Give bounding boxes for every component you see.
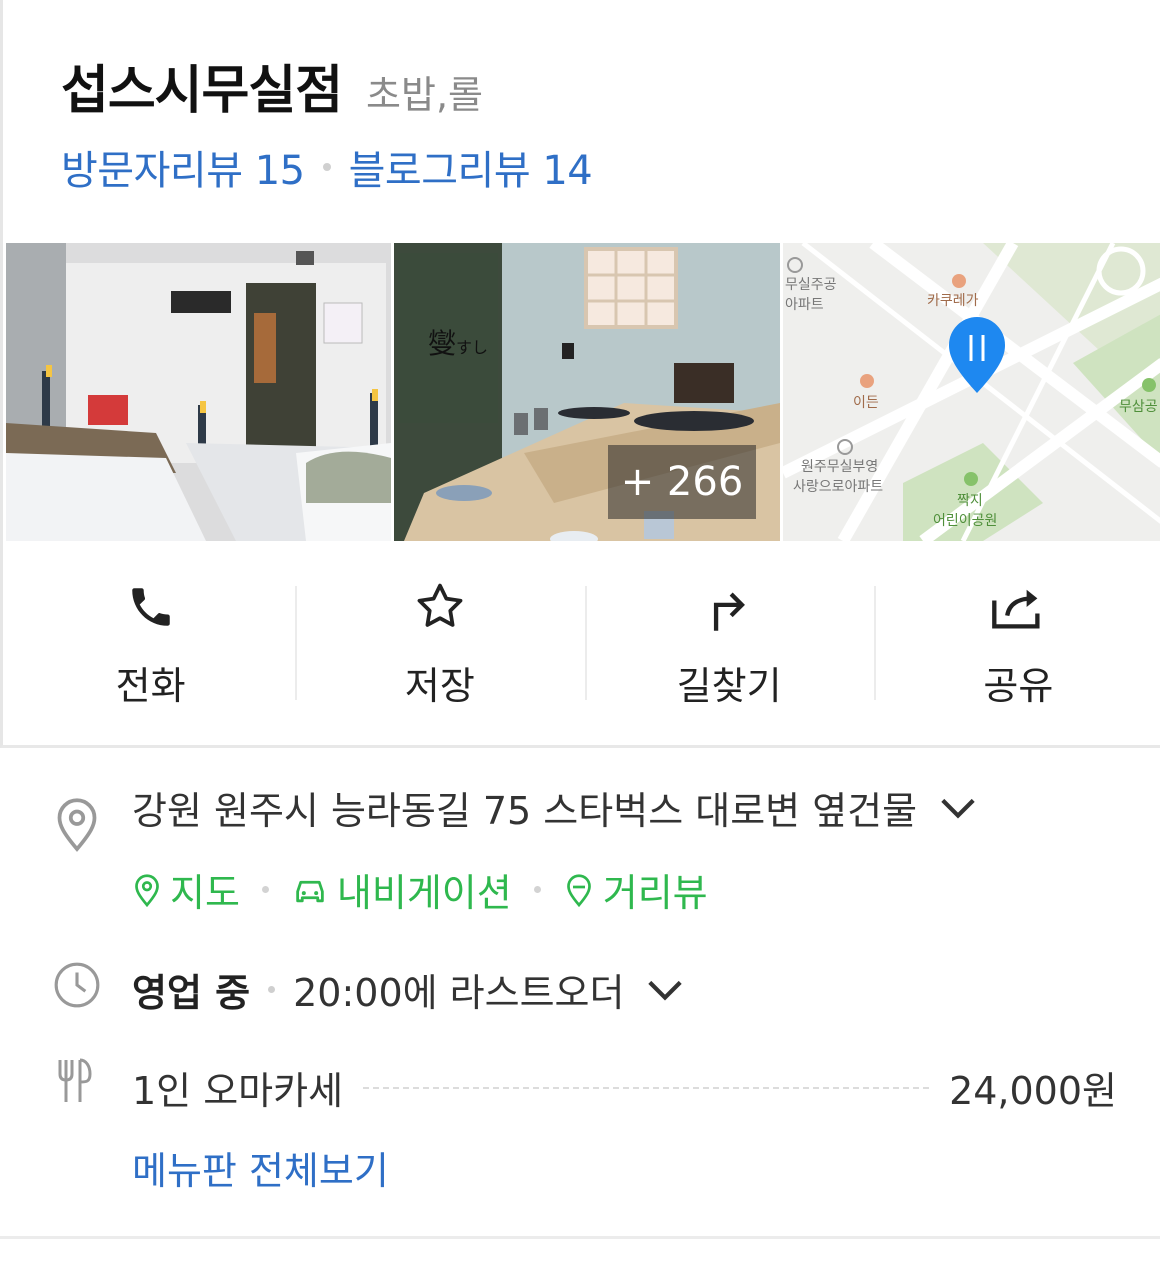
map-label-park: 짝지 <box>957 493 983 509</box>
directions-icon <box>699 578 759 635</box>
map-image: 무실주공 아파트 카쿠레가 이든 원주무실부영 사랑으로아파트 짝지 어린이공원… <box>783 243 1160 541</box>
fork-knife-icon <box>52 1058 100 1108</box>
phone-icon <box>121 578 181 635</box>
map-label-park-b: 어린이공원 <box>933 513 997 529</box>
map-label-east: 무삼공 <box>1119 399 1158 415</box>
place-category: 초밥,롤 <box>366 73 484 117</box>
last-order-time: 20:00에 라스트오더 <box>293 971 625 1015</box>
save-button[interactable]: 저장 <box>295 560 584 710</box>
visitor-review-link[interactable]: 방문자리뷰 15 <box>61 138 305 196</box>
more-photos-badge[interactable]: + 266 <box>608 445 756 519</box>
map-thumbnail[interactable]: 무실주공 아파트 카쿠레가 이든 원주무실부영 사랑으로아파트 짝지 어린이공원… <box>783 243 1160 541</box>
address-text-row[interactable]: 강원 원주시 능라동길 75 스타벅스 대로변 옆건물 <box>132 780 977 835</box>
address-text: 강원 원주시 능라동길 75 스타벅스 대로변 옆건물 <box>132 789 918 833</box>
call-button[interactable]: 전화 <box>6 560 295 710</box>
menu-item-name: 1인 오마카세 <box>132 1069 344 1113</box>
map-link[interactable]: 지도 <box>132 862 240 917</box>
clock-icon <box>52 960 102 1014</box>
map-label-apartment-1b: 아파트 <box>785 297 824 313</box>
separator-dot <box>261 886 269 893</box>
section-divider <box>0 1236 1160 1239</box>
review-links: 방문자리뷰 15 블로그리뷰 14 <box>61 138 593 196</box>
interior-photo[interactable]: 燮 すし + 266 <box>394 243 780 541</box>
exterior-photo[interactable] <box>6 243 391 541</box>
directions-label: 길찾기 <box>676 664 782 708</box>
car-icon <box>296 880 324 902</box>
map-label-apartment-2b: 사랑으로아파트 <box>793 479 883 495</box>
separator-dot <box>322 163 331 171</box>
directions-button[interactable]: 길찾기 <box>584 560 874 710</box>
streetview-link-label: 거리뷰 <box>602 871 708 915</box>
dashed-leader <box>363 1086 930 1089</box>
map-link-label: 지도 <box>170 871 240 915</box>
hours-text-row[interactable]: 영업 중 20:00에 라스트오더 <box>132 962 684 1017</box>
call-label: 전화 <box>115 664 186 708</box>
save-label: 저장 <box>404 664 475 708</box>
share-label: 공유 <box>983 664 1054 708</box>
map-label-apartment-1: 무실주공 <box>785 277 837 293</box>
svg-text:燮: 燮 <box>428 327 456 360</box>
menu-item: 1인 오마카세 24,000원 <box>132 1060 1117 1115</box>
star-icon <box>410 578 470 635</box>
address-links: 지도 내비게이션 거리뷰 <box>132 862 708 917</box>
separator-dot <box>533 886 541 893</box>
open-status: 영업 중 <box>132 971 251 1015</box>
share-icon <box>988 578 1048 635</box>
map-label-restaurant-2: 이든 <box>853 395 879 411</box>
streetview-icon <box>566 873 591 907</box>
action-bar: 전화 저장 길찾기 공유 <box>6 560 1160 710</box>
map-pin-icon <box>135 873 159 907</box>
exterior-photo-image <box>6 243 391 541</box>
navigation-link[interactable]: 내비게이션 <box>291 862 512 917</box>
streetview-link[interactable]: 거리뷰 <box>563 862 708 917</box>
view-full-menu-link[interactable]: 메뉴판 전체보기 <box>132 1140 389 1195</box>
chevron-down-icon <box>941 798 975 819</box>
place-summary-card: 섭스시무실점 초밥,롤 방문자리뷰 15 블로그리뷰 14 燮 すし + 266… <box>0 0 1160 748</box>
navigation-link-label: 내비게이션 <box>336 871 512 915</box>
chevron-down-icon <box>648 980 683 1001</box>
map-label-restaurant-1: 카쿠레가 <box>927 293 979 309</box>
title-row: 섭스시무실점 초밥,롤 <box>61 48 483 123</box>
separator-dot <box>268 986 276 993</box>
place-name: 섭스시무실점 <box>61 61 343 121</box>
share-button[interactable]: 공유 <box>873 560 1160 710</box>
photo-strip: 燮 すし + 266 무실주공 아파트 카쿠레가 이든 원주무실부영 사랑으로아… <box>6 243 1160 541</box>
menu-item-price: 24,000원 <box>949 1069 1117 1113</box>
location-pin-icon <box>52 794 102 858</box>
blog-review-link[interactable]: 블로그리뷰 14 <box>349 138 593 196</box>
svg-text:すし: すし <box>456 338 488 357</box>
map-label-apartment-2: 원주무실부영 <box>801 459 878 475</box>
